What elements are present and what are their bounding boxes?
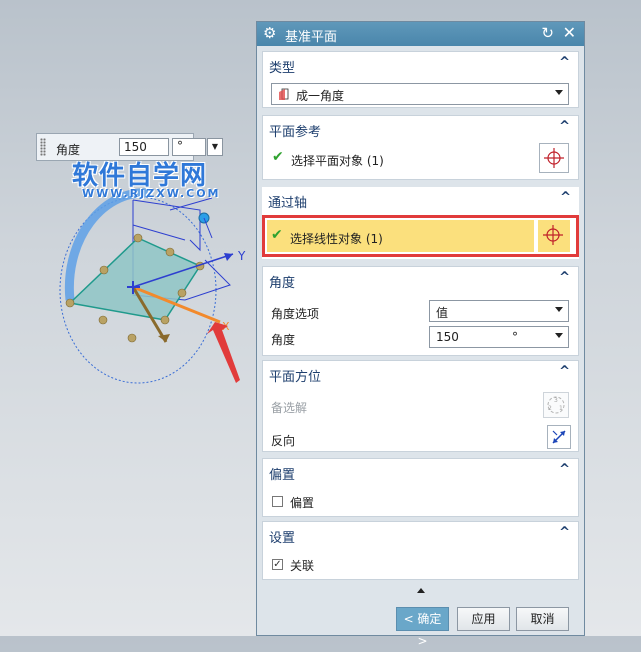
dialog-title: 基准平面	[285, 30, 338, 45]
apply-button[interactable]: 应用	[457, 607, 510, 631]
chevron-down-icon	[555, 333, 563, 338]
datum-plane-dialog: ⚙ 基准平面 ↻ ✕ 类型 ^ 成一角度 平面参考 ^ ✔ 选择平面对象 (1)	[256, 21, 585, 648]
crosshair-icon	[544, 148, 564, 168]
chevron-up-icon[interactable]: ^	[559, 364, 570, 379]
chevron-up-icon[interactable]: ^	[559, 525, 570, 540]
offset-section-title: 偏置	[269, 468, 296, 483]
checkmark-icon: ✔	[271, 227, 283, 243]
plane-reference-header[interactable]: 平面参考 ^	[263, 116, 578, 142]
plane-orientation-section: 平面方位 ^ 备选解 3 2 1 反向	[262, 360, 579, 452]
plane-orientation-title: 平面方位	[269, 370, 322, 385]
floating-angle-unit[interactable]: °	[172, 138, 206, 156]
select-linear-button[interactable]	[538, 220, 570, 252]
handle-dot[interactable]	[165, 247, 175, 257]
crosshair-icon	[543, 225, 563, 245]
floating-angle-value[interactable]: 150	[119, 138, 169, 156]
ok-button[interactable]: < 确定 >	[396, 607, 449, 648]
angle-option-value: 值	[436, 306, 449, 320]
handle-dot[interactable]	[65, 298, 75, 308]
through-axis-header[interactable]: 通过轴 ^	[262, 187, 579, 213]
angle-section-title: 角度	[269, 276, 296, 291]
chevron-down-icon	[555, 90, 563, 95]
offset-section: 偏置 ^ 偏置	[262, 458, 579, 517]
settings-section-header[interactable]: 设置 ^	[263, 522, 578, 548]
svg-text:1: 1	[559, 405, 563, 412]
alternate-solution-label: 备选解	[271, 401, 308, 415]
offset-checkbox[interactable]	[272, 496, 283, 507]
handle-dot[interactable]	[160, 315, 170, 325]
select-linear-object-row[interactable]: ✔ 选择线性对象 (1)	[262, 215, 579, 257]
angle-value: 150	[436, 330, 459, 344]
reverse-direction-icon	[552, 430, 566, 444]
plane-reference-section: 平面参考 ^ ✔ 选择平面对象 (1)	[262, 115, 579, 180]
handle-dot[interactable]	[133, 233, 143, 243]
handle-dot[interactable]	[98, 315, 108, 325]
watermark-url: WWW.RJZXW.COM	[82, 187, 221, 200]
y-axis-label: Y	[237, 249, 246, 263]
associative-checkbox-label: 关联	[290, 559, 315, 573]
chevron-up-icon[interactable]: ^	[559, 119, 570, 134]
select-plane-object[interactable]: 选择平面对象 (1)	[291, 152, 384, 169]
floating-angle-label: 角度	[56, 143, 81, 157]
chevron-down-icon[interactable]: ▼	[207, 138, 223, 156]
svg-text:3: 3	[554, 397, 558, 404]
chevron-up-icon[interactable]: ^	[559, 270, 570, 285]
angle-unit: °	[512, 330, 518, 344]
through-axis-title: 通过轴	[268, 196, 308, 211]
chevron-up-icon[interactable]: ^	[559, 462, 570, 477]
angle-section-header[interactable]: 角度 ^	[263, 267, 578, 293]
settings-section-title: 设置	[269, 531, 296, 546]
checkmark-icon: ✔	[272, 149, 284, 165]
type-section-header[interactable]: 类型 ^	[263, 52, 578, 78]
angle-label: 角度	[271, 333, 296, 347]
associative-checkbox[interactable]: ✓	[272, 559, 283, 570]
type-section: 类型 ^ 成一角度	[262, 51, 579, 108]
type-select[interactable]: 成一角度	[271, 83, 569, 105]
dialog-titlebar[interactable]: ⚙ 基准平面 ↻ ✕	[257, 22, 584, 46]
angle-section: 角度 ^ 角度选项 值 角度 150 °	[262, 266, 579, 356]
plane-reference-title: 平面参考	[269, 125, 322, 140]
reverse-label: 反向	[271, 434, 296, 448]
chevron-up-icon[interactable]: ^	[559, 55, 570, 70]
angled-plane-icon	[279, 88, 289, 100]
offset-section-header[interactable]: 偏置 ^	[263, 459, 578, 485]
angle-value-input[interactable]: 150 °	[429, 326, 569, 348]
angle-option-select[interactable]: 值	[429, 300, 569, 322]
type-section-title: 类型	[269, 61, 296, 76]
svg-text:2: 2	[548, 405, 552, 412]
type-select-value: 成一角度	[296, 89, 345, 103]
settings-section: 设置 ^ ✓ 关联	[262, 521, 579, 580]
chevron-up-icon[interactable]: ^	[560, 190, 571, 205]
select-linear-object[interactable]: 选择线性对象 (1)	[290, 230, 383, 247]
chevron-down-icon	[555, 307, 563, 312]
offset-checkbox-label: 偏置	[290, 496, 315, 510]
handle-dot[interactable]	[177, 288, 187, 298]
reset-icon[interactable]: ↻	[541, 24, 554, 42]
handle-dot[interactable]	[127, 333, 137, 343]
handle-dot[interactable]	[99, 265, 109, 275]
plane-orientation-header[interactable]: 平面方位 ^	[263, 361, 578, 387]
drag-grip-icon[interactable]	[40, 138, 46, 156]
angle-option-label: 角度选项	[271, 307, 320, 321]
close-icon[interactable]: ✕	[563, 23, 576, 42]
reverse-direction-button[interactable]	[547, 425, 571, 449]
gear-icon[interactable]: ⚙	[263, 25, 276, 42]
floating-angle-input: 角度 150 ° ▼	[36, 133, 223, 161]
expand-more-icon[interactable]	[417, 588, 425, 593]
select-plane-button[interactable]	[539, 143, 569, 173]
alternate-solution-button[interactable]: 3 2 1	[543, 392, 569, 418]
cancel-button[interactable]: 取消	[516, 607, 569, 631]
cycle-solutions-icon: 3 2 1	[547, 396, 565, 414]
